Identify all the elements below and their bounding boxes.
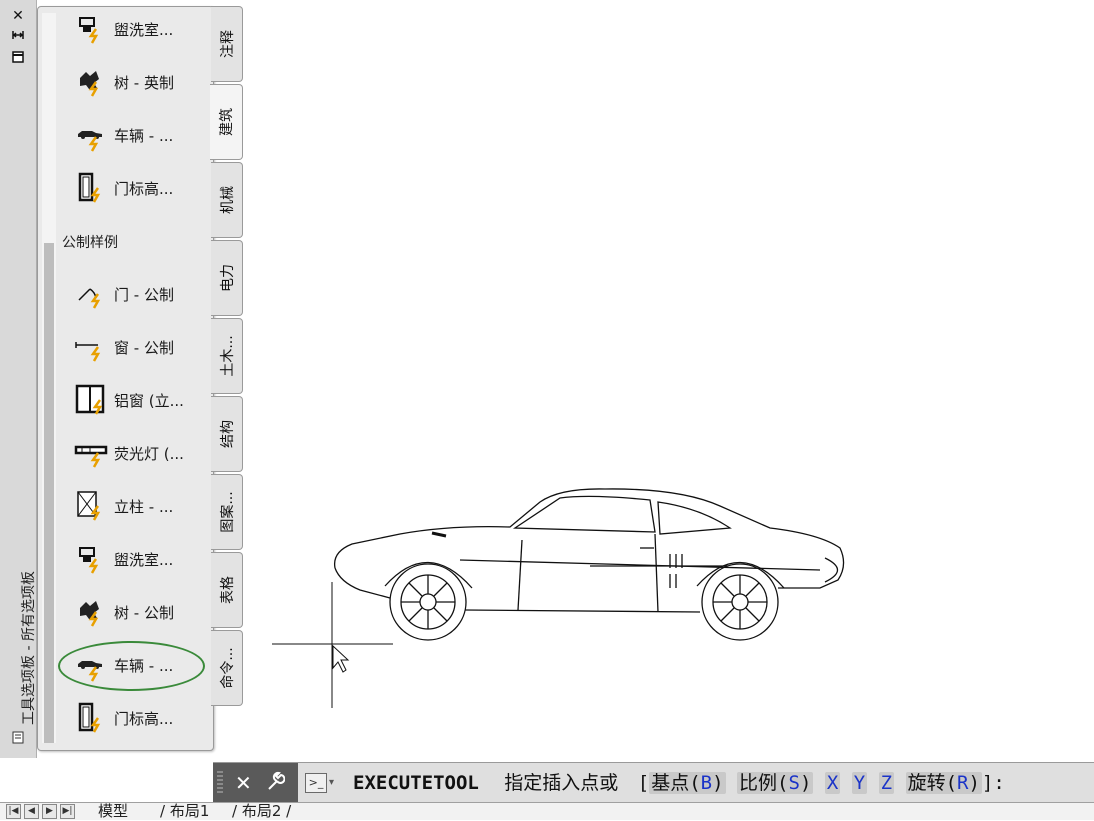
vehicle-block-icon bbox=[78, 131, 102, 152]
palette-autohide-button[interactable] bbox=[10, 28, 26, 44]
option-rotate[interactable]: 旋转(R) bbox=[905, 772, 982, 794]
option-basepoint[interactable]: 基点(B) bbox=[649, 772, 726, 794]
customize-wrench-icon[interactable] bbox=[265, 769, 286, 800]
option-y[interactable]: Y bbox=[851, 772, 868, 794]
tool-item-door-elevation[interactable]: 门标高... bbox=[74, 698, 210, 738]
tool-item-label: 盥洗室... bbox=[114, 20, 174, 39]
tab-layout1[interactable]: / 布局1 bbox=[160, 800, 209, 821]
tree-block-icon bbox=[80, 601, 99, 627]
tool-item-column[interactable]: 立柱 - ... bbox=[74, 486, 210, 526]
wrench-icon bbox=[268, 771, 286, 790]
door-elevation-block-icon bbox=[78, 702, 101, 733]
command-line[interactable]: ✕ >_ ▾ EXECUTETOOL 指定插入点或 [基点(B) 比例(S) X… bbox=[213, 762, 1094, 803]
layout-tab-bar: |◀ ◀ ▶ ▶| 模型 / 布局1 / 布局2 / bbox=[0, 802, 1094, 820]
tool-item-door-metric[interactable]: 门 - 公制 bbox=[74, 274, 210, 314]
tool-item-fluorescent-light[interactable]: 荧光灯 (... bbox=[74, 433, 210, 473]
options-close-bracket: ]: bbox=[981, 772, 1005, 794]
palette-scroll-thumb[interactable] bbox=[44, 243, 54, 743]
drawing-canvas[interactable] bbox=[260, 470, 860, 720]
tool-item-door-elevation[interactable]: 门标高... bbox=[74, 168, 210, 208]
option-z[interactable]: Z bbox=[878, 772, 895, 794]
tab-layout2[interactable]: / 布局2 / bbox=[232, 800, 291, 821]
command-close-button[interactable]: ✕ bbox=[235, 769, 252, 797]
tool-item-window-metric[interactable]: 窗 - 公制 bbox=[74, 327, 210, 367]
column-block-icon bbox=[77, 491, 101, 521]
next-layout-button[interactable]: ▶ bbox=[42, 804, 57, 819]
vehicle-block-icon bbox=[78, 661, 102, 682]
command-prompt-icon[interactable]: >_ bbox=[305, 773, 327, 793]
tool-item-label: 树 - 公制 bbox=[114, 603, 174, 622]
grip-handle[interactable] bbox=[217, 771, 223, 795]
window-block-icon bbox=[75, 342, 101, 362]
washroom-block-icon bbox=[79, 17, 99, 44]
tool-item-washroom[interactable]: 盥洗室... bbox=[74, 539, 210, 579]
tab-commands[interactable]: 命令... bbox=[211, 630, 243, 706]
command-prompt-text[interactable]: EXECUTETOOL 指定插入点或 [基点(B) 比例(S) X Y Z 旋转… bbox=[353, 763, 1005, 803]
section-header: 公制样例 bbox=[62, 235, 118, 251]
last-layout-button[interactable]: ▶| bbox=[60, 804, 75, 819]
tool-item-aluminum-window[interactable]: 铝窗 (立... bbox=[74, 380, 210, 420]
tab-structural[interactable]: 结构 bbox=[211, 396, 243, 472]
tool-item-label: 车辆 - ... bbox=[114, 126, 174, 145]
car-block-preview bbox=[333, 488, 845, 641]
tab-civil[interactable]: 土木... bbox=[211, 318, 243, 394]
crosshair-cursor bbox=[272, 582, 393, 708]
palette-close-button[interactable]: ✕ bbox=[10, 8, 26, 24]
tool-item-label: 铝窗 (立... bbox=[114, 391, 184, 410]
tab-hatches[interactable]: 图案... bbox=[211, 474, 243, 550]
tool-item-label: 门标高... bbox=[114, 179, 174, 198]
palette-properties-button[interactable] bbox=[10, 50, 26, 66]
tab-architectural[interactable]: 建筑 bbox=[210, 84, 243, 160]
tool-item-label: 立柱 - ... bbox=[114, 497, 174, 516]
tool-item-tree-imperial[interactable]: 树 - 英制 bbox=[74, 62, 210, 102]
tab-annotation[interactable]: 注释 bbox=[211, 6, 243, 82]
palette-scrollbar[interactable] bbox=[42, 13, 56, 743]
recent-commands-dropdown[interactable]: ▾ bbox=[329, 773, 334, 793]
prev-layout-button[interactable]: ◀ bbox=[24, 804, 39, 819]
palette-title-bar[interactable]: ✕ 工具选项板 - 所有选项板 bbox=[0, 0, 37, 758]
properties-icon bbox=[12, 51, 24, 63]
door-elevation-block-icon bbox=[78, 172, 101, 203]
tab-electrical[interactable]: 电力 bbox=[211, 240, 243, 316]
tool-item-label: 门 - 公制 bbox=[114, 285, 174, 304]
tab-mechanical[interactable]: 机械 bbox=[211, 162, 243, 238]
tool-item-label: 盥洗室... bbox=[114, 550, 174, 569]
tool-item-label: 门标高... bbox=[114, 709, 174, 728]
tab-tables[interactable]: 表格 bbox=[211, 552, 243, 628]
tool-item-label: 车辆 - ... bbox=[114, 656, 174, 675]
door-block-icon bbox=[78, 288, 101, 309]
first-layout-button[interactable]: |◀ bbox=[6, 804, 21, 819]
tool-item-tree-metric[interactable]: 树 - 公制 bbox=[74, 592, 210, 632]
command-line-controls: ✕ bbox=[213, 763, 298, 803]
options-open-bracket: [ bbox=[637, 772, 650, 794]
option-x[interactable]: X bbox=[824, 772, 841, 794]
aluminum-window-block-icon bbox=[75, 384, 105, 415]
command-name: EXECUTETOOL bbox=[353, 772, 479, 794]
tool-item-label: 荧光灯 (... bbox=[114, 444, 184, 463]
tool-item-label: 窗 - 公制 bbox=[114, 338, 174, 357]
palette-menu-icon[interactable] bbox=[10, 730, 26, 746]
palette-tab-strip: 注释 建筑 机械 电力 土木... 结构 图案... 表格 命令... bbox=[210, 6, 245, 720]
palette-title: 工具选项板 - 所有选项板 bbox=[21, 571, 37, 725]
tree-block-icon bbox=[80, 71, 99, 97]
tool-item-vehicle-selected[interactable]: 车辆 - ... bbox=[74, 645, 210, 685]
washroom-block-icon bbox=[79, 547, 99, 574]
autohide-icon bbox=[12, 31, 24, 39]
command-prompt: 指定插入点或 bbox=[504, 772, 619, 794]
tool-palette: 盥洗室... 树 - 英制 车辆 - ... 门标高... 公制样例 门 - 公… bbox=[37, 6, 214, 751]
fluorescent-light-block-icon bbox=[74, 445, 108, 468]
tool-item-vehicle[interactable]: 车辆 - ... bbox=[74, 115, 210, 155]
option-scale[interactable]: 比例(S) bbox=[737, 772, 814, 794]
tool-item-label: 树 - 英制 bbox=[114, 73, 174, 92]
tool-item-washroom[interactable]: 盥洗室... bbox=[74, 9, 210, 49]
tab-model[interactable]: 模型 bbox=[98, 800, 128, 821]
